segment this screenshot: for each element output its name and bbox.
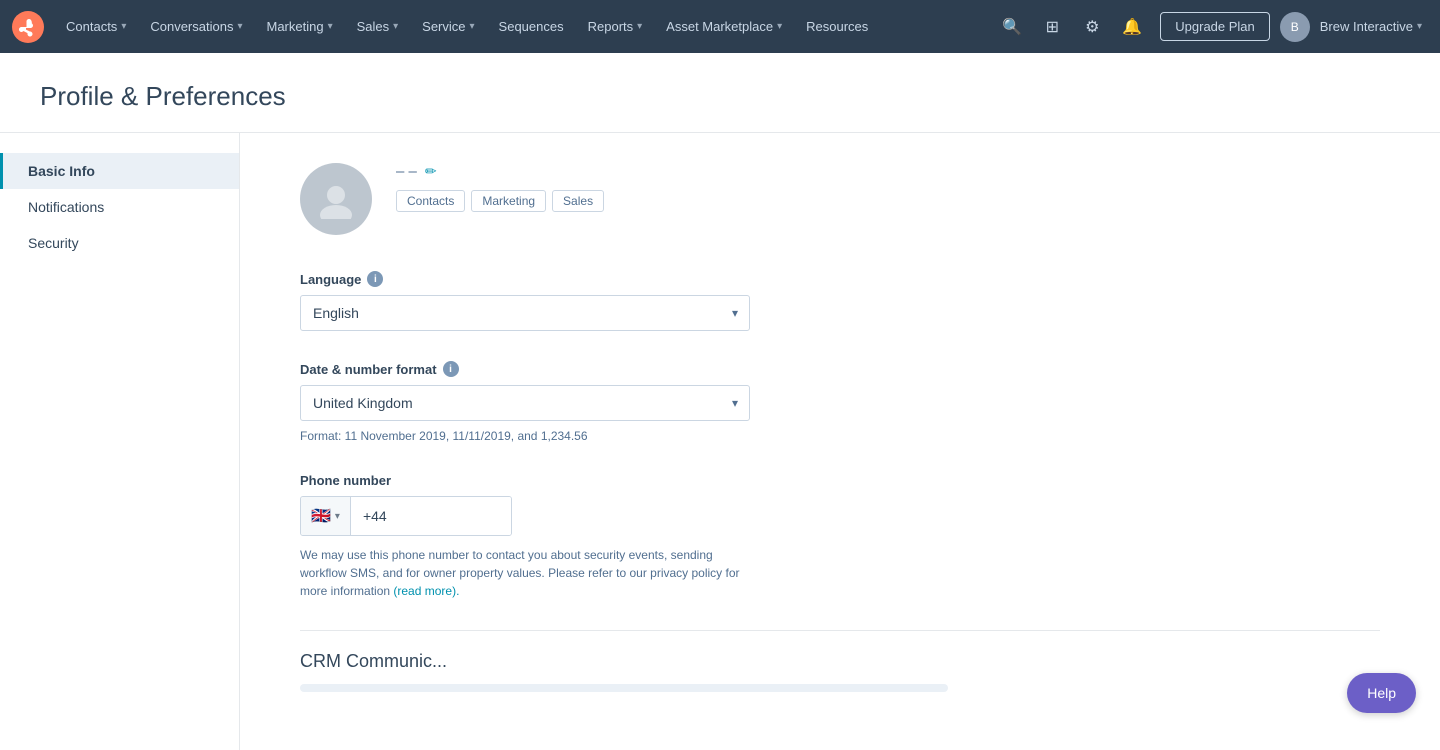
page-header: Profile & Preferences xyxy=(0,53,1440,133)
chevron-down-icon: ▾ xyxy=(637,21,642,32)
language-select-wrapper: English French German Spanish ▾ xyxy=(300,295,750,331)
crm-section-peek: CRM Communic... xyxy=(300,630,1380,692)
tag-contacts: Contacts xyxy=(396,190,465,212)
chevron-down-icon: ▾ xyxy=(328,21,333,32)
search-icon[interactable]: 🔍 xyxy=(994,9,1030,45)
bell-icon[interactable]: 🔔 xyxy=(1114,9,1150,45)
format-hint: Format: 11 November 2019, 11/11/2019, an… xyxy=(300,429,750,443)
nav-resources[interactable]: Resources xyxy=(796,0,878,53)
chevron-down-icon: ▾ xyxy=(1417,21,1422,32)
crm-section-loading-bar xyxy=(300,684,948,692)
settings-icon[interactable]: ⚙ xyxy=(1074,9,1110,45)
profile-name: – – xyxy=(396,163,417,180)
page-title: Profile & Preferences xyxy=(40,81,1400,112)
grid-icon[interactable]: ⊞ xyxy=(1034,9,1070,45)
language-select[interactable]: English French German Spanish xyxy=(300,295,750,331)
nav-sales[interactable]: Sales ▾ xyxy=(347,0,409,53)
navbar: Contacts ▾ Conversations ▾ Marketing ▾ S… xyxy=(0,0,1440,53)
profile-tags: Contacts Marketing Sales xyxy=(396,190,604,212)
nav-contacts[interactable]: Contacts ▾ xyxy=(56,0,136,53)
profile-name-row: – – ✏ xyxy=(396,163,604,180)
nav-conversations[interactable]: Conversations ▾ xyxy=(140,0,252,53)
sidebar-item-security[interactable]: Security xyxy=(0,225,239,261)
chevron-down-icon: ▾ xyxy=(335,511,340,522)
nav-marketing[interactable]: Marketing ▾ xyxy=(256,0,342,53)
crm-section-title: CRM Communic... xyxy=(300,651,1380,672)
username-menu[interactable]: Brew Interactive ▾ xyxy=(1314,19,1428,34)
date-format-select-wrapper: United Kingdom United States Canada Aust… xyxy=(300,385,750,421)
nav-sequences[interactable]: Sequences xyxy=(489,0,574,53)
phone-country-selector[interactable]: 🇬🇧 ▾ xyxy=(301,497,351,535)
language-label: Language i xyxy=(300,271,750,287)
content-area: – – ✏ Contacts Marketing Sales Language … xyxy=(240,133,1440,750)
flag-icon: 🇬🇧 xyxy=(311,506,331,526)
hubspot-logo[interactable] xyxy=(12,11,44,43)
date-format-select[interactable]: United Kingdom United States Canada Aust… xyxy=(300,385,750,421)
chevron-down-icon: ▾ xyxy=(237,21,242,32)
phone-input-row: 🇬🇧 ▾ xyxy=(300,496,512,536)
profile-section: – – ✏ Contacts Marketing Sales xyxy=(300,163,1380,235)
edit-icon[interactable]: ✏ xyxy=(425,163,437,180)
language-field-group: Language i English French German Spanish… xyxy=(300,271,750,331)
nav-reports[interactable]: Reports ▾ xyxy=(578,0,653,53)
chevron-down-icon: ▾ xyxy=(470,21,475,32)
profile-info: – – ✏ Contacts Marketing Sales xyxy=(396,163,604,212)
sidebar: Basic Info Notifications Security xyxy=(0,133,240,750)
sidebar-item-basic-info[interactable]: Basic Info xyxy=(0,153,239,189)
chevron-down-icon: ▾ xyxy=(393,21,398,32)
profile-avatar xyxy=(300,163,372,235)
tag-sales: Sales xyxy=(552,190,604,212)
help-button[interactable]: Help xyxy=(1347,673,1416,713)
language-info-icon[interactable]: i xyxy=(367,271,383,287)
main-layout: Basic Info Notifications Security – – ✏ … xyxy=(0,133,1440,750)
phone-number-input[interactable] xyxy=(351,497,511,535)
avatar[interactable]: B xyxy=(1280,12,1310,42)
chevron-down-icon: ▾ xyxy=(121,21,126,32)
tag-marketing: Marketing xyxy=(471,190,546,212)
date-format-label: Date & number format i xyxy=(300,361,750,377)
date-format-info-icon[interactable]: i xyxy=(443,361,459,377)
sidebar-item-notifications[interactable]: Notifications xyxy=(0,189,239,225)
nav-asset-marketplace[interactable]: Asset Marketplace ▾ xyxy=(656,0,792,53)
phone-note: We may use this phone number to contact … xyxy=(300,546,750,600)
chevron-down-icon: ▾ xyxy=(777,21,782,32)
nav-service[interactable]: Service ▾ xyxy=(412,0,484,53)
upgrade-plan-button[interactable]: Upgrade Plan xyxy=(1160,12,1270,41)
phone-label: Phone number xyxy=(300,473,750,488)
date-format-field-group: Date & number format i United Kingdom Un… xyxy=(300,361,750,443)
read-more-link[interactable]: (read more). xyxy=(393,584,459,598)
phone-field-group: Phone number 🇬🇧 ▾ We may use this phone … xyxy=(300,473,750,600)
